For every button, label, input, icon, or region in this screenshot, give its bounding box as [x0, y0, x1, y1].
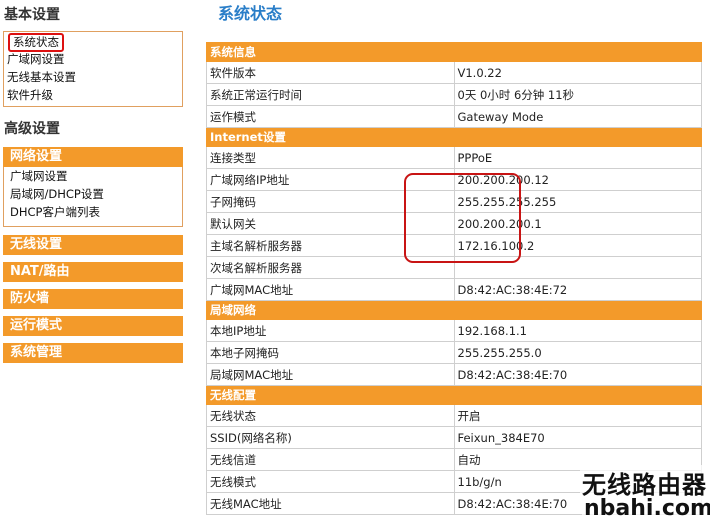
row-value: Feixun_384E70 — [453, 426, 702, 449]
table-row: 本地IP地址 192.168.1.1 — [206, 319, 702, 342]
row-label: 无线信道 — [206, 448, 455, 471]
row-label: 无线状态 — [206, 404, 455, 427]
table-row: 局域网MAC地址 D8:42:AC:38:4E:70 — [206, 363, 702, 386]
row-value: 192.168.1.1 — [453, 319, 702, 342]
row-label: SSID(网络名称) — [206, 426, 455, 449]
row-value: 172.16.100.2 — [453, 234, 702, 257]
advanced-settings-title: 高级设置 — [4, 121, 60, 137]
table-row: 主域名解析服务器 172.16.100.2 — [206, 234, 702, 257]
network-settings-menu: 广域网设置 局域网/DHCP设置 DHCP客户端列表 — [3, 167, 183, 227]
section-header-system: 系统信息 — [206, 42, 702, 62]
table-row: 系统正常运行时间 0天 0小时 6分钟 11秒 — [206, 83, 702, 106]
row-label: 子网掩码 — [206, 190, 455, 213]
row-label: 次域名解析服务器 — [206, 256, 455, 279]
watermark-text-cn: 无线路由器 — [580, 465, 709, 500]
menu-item-wan-settings[interactable]: 广域网设置 — [4, 50, 182, 68]
row-label: 本地子网掩码 — [206, 341, 455, 364]
section-title: Internet设置 — [206, 127, 702, 147]
row-value — [453, 256, 702, 279]
menu-item-adv-wan[interactable]: 广域网设置 — [4, 167, 182, 185]
row-label: 运作模式 — [206, 105, 455, 128]
row-value: 255.255.255.0 — [453, 341, 702, 364]
basic-settings-title: 基本设置 — [4, 7, 60, 23]
section-header-lan: 局域网络 — [206, 300, 702, 320]
row-label: 默认网关 — [206, 212, 455, 235]
row-value: D8:42:AC:38:4E:70 — [453, 363, 702, 386]
section-title: 系统信息 — [206, 42, 702, 62]
table-row: 本地子网掩码 255.255.255.0 — [206, 341, 702, 364]
table-row: 软件版本 V1.0.22 — [206, 61, 702, 84]
network-settings-header[interactable]: 网络设置 — [3, 147, 183, 167]
row-value: 开启 — [453, 404, 702, 427]
section-title: 局域网络 — [206, 300, 702, 320]
menu-item-system-status-row: 系统状态 — [4, 32, 182, 52]
table-row: 次域名解析服务器 — [206, 256, 702, 279]
table-row: 子网掩码 255.255.255.255 — [206, 190, 702, 213]
row-value: PPPoE — [453, 146, 702, 169]
table-row: 运作模式 Gateway Mode — [206, 105, 702, 128]
row-value: 255.255.255.255 — [453, 190, 702, 213]
firewall-button[interactable]: 防火墙 — [3, 289, 183, 309]
row-label: 无线模式 — [206, 470, 455, 493]
status-table: 系统信息 软件版本 V1.0.22 系统正常运行时间 0天 0小时 6分钟 11… — [206, 42, 702, 515]
row-label: 主域名解析服务器 — [206, 234, 455, 257]
nat-routing-button[interactable]: NAT/路由 — [3, 262, 183, 282]
row-value: Gateway Mode — [453, 105, 702, 128]
row-label: 局域网MAC地址 — [206, 363, 455, 386]
row-label: 系统正常运行时间 — [206, 83, 455, 106]
row-value: 200.200.200.1 — [453, 212, 702, 235]
operation-mode-button[interactable]: 运行模式 — [3, 316, 183, 336]
menu-item-dhcp-clients[interactable]: DHCP客户端列表 — [4, 203, 182, 221]
wireless-settings-button[interactable]: 无线设置 — [3, 235, 183, 255]
section-header-wireless: 无线配置 — [206, 385, 702, 405]
section-title: 无线配置 — [206, 385, 702, 405]
watermark-text-en: nbahi.com — [582, 496, 710, 521]
row-value: 0天 0小时 6分钟 11秒 — [453, 83, 702, 106]
basic-settings-menu: 系统状态 广域网设置 无线基本设置 软件升级 — [3, 31, 183, 107]
table-row: 连接类型 PPPoE — [206, 146, 702, 169]
table-row: 默认网关 200.200.200.1 — [206, 212, 702, 235]
row-value: 200.200.200.12 — [453, 168, 702, 191]
row-label: 广域网MAC地址 — [206, 278, 455, 301]
sidebar: 基本设置 系统状态 广域网设置 无线基本设置 软件升级 高级设置 网络设置 广域… — [0, 0, 186, 527]
row-value: D8:42:AC:38:4E:72 — [453, 278, 702, 301]
table-row: 广域网络IP地址 200.200.200.12 — [206, 168, 702, 191]
row-label: 本地IP地址 — [206, 319, 455, 342]
row-label: 广域网络IP地址 — [206, 168, 455, 191]
row-label: 无线MAC地址 — [206, 492, 455, 515]
menu-item-lan-dhcp[interactable]: 局域网/DHCP设置 — [4, 185, 182, 203]
row-label: 连接类型 — [206, 146, 455, 169]
table-row: 无线状态 开启 — [206, 404, 702, 427]
system-management-button[interactable]: 系统管理 — [3, 343, 183, 363]
section-header-internet: Internet设置 — [206, 127, 702, 147]
table-row: 广域网MAC地址 D8:42:AC:38:4E:72 — [206, 278, 702, 301]
menu-item-wireless-basic[interactable]: 无线基本设置 — [4, 68, 182, 86]
row-label: 软件版本 — [206, 61, 455, 84]
page-title: 系统状态 — [218, 4, 283, 23]
row-value: V1.0.22 — [453, 61, 702, 84]
menu-item-firmware-upgrade[interactable]: 软件升级 — [4, 86, 182, 104]
table-row: SSID(网络名称) Feixun_384E70 — [206, 426, 702, 449]
